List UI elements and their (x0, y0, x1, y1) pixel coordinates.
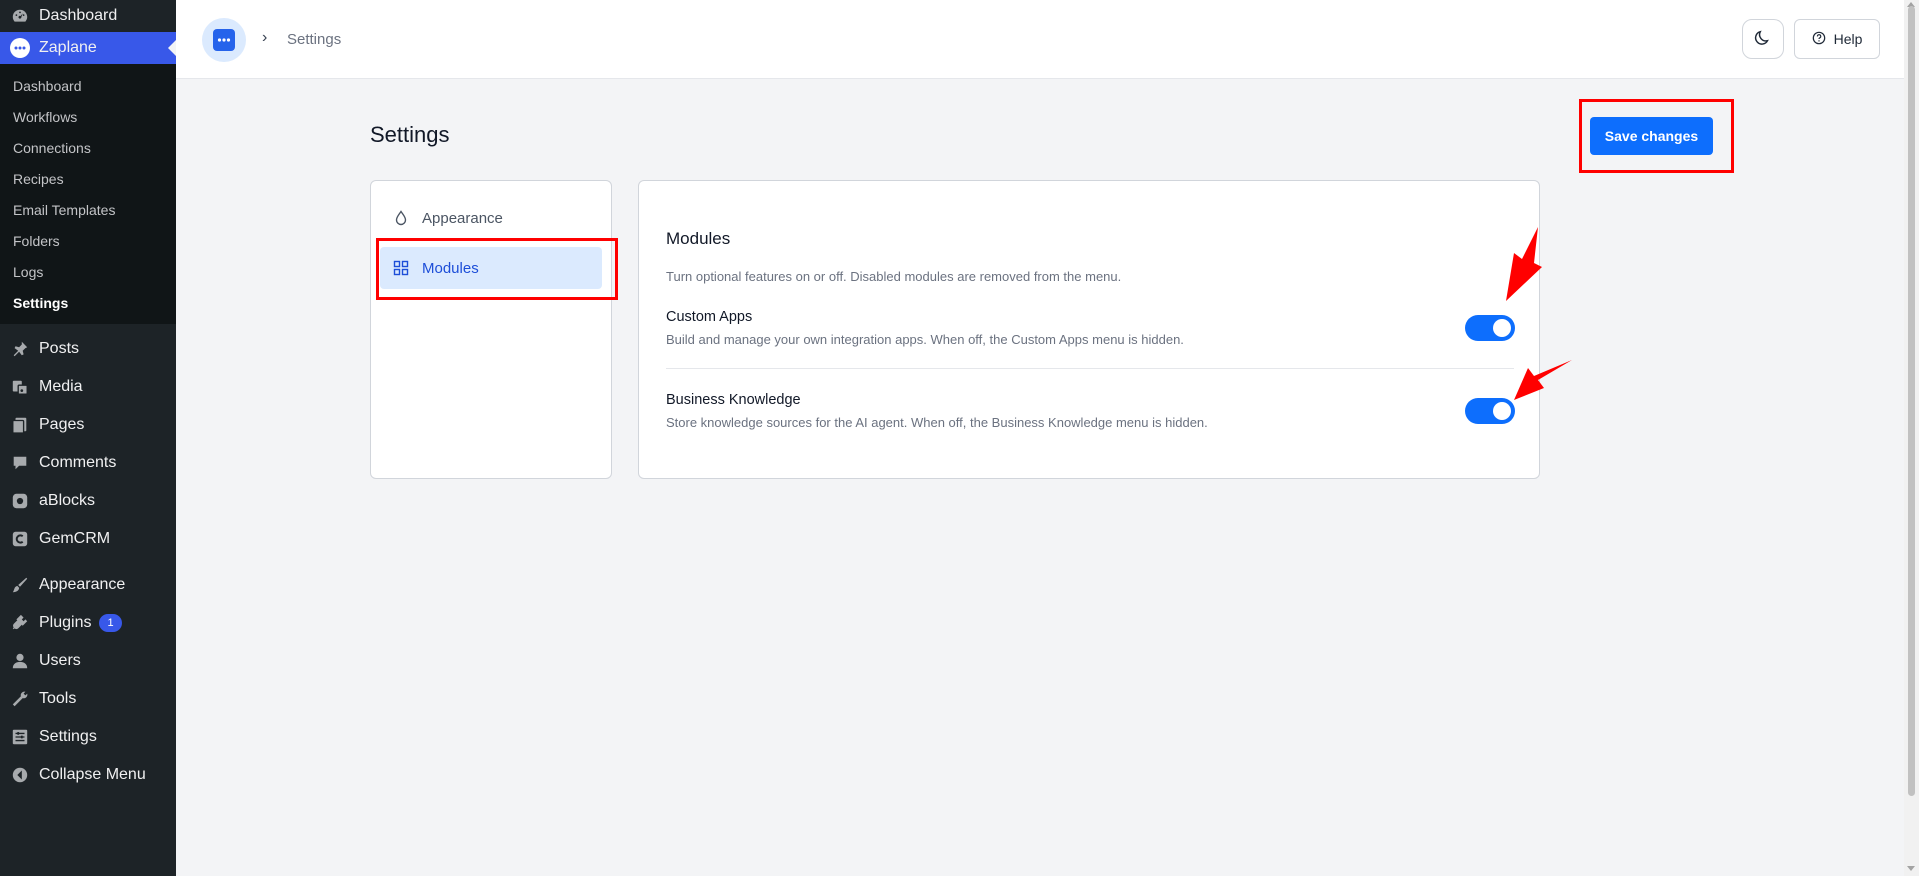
wp-menu-comments[interactable]: Comments (0, 444, 176, 482)
wp-menu-plugins[interactable]: Plugins 1 (0, 604, 176, 642)
wp-menu-ablocks[interactable]: aBlocks (0, 482, 176, 520)
wp-menu-zaplane[interactable]: Zaplane (0, 32, 176, 64)
module-row-business-knowledge: Business Knowledge Store knowledge sourc… (666, 392, 1514, 430)
media-icon (10, 377, 30, 397)
wp-menu-settings[interactable]: Settings (0, 718, 176, 756)
wrench-icon (10, 689, 30, 709)
scroll-thumb[interactable] (1908, 6, 1915, 796)
submenu-workflows[interactable]: Workflows (0, 101, 176, 132)
vertical-scrollbar[interactable] (1904, 0, 1919, 876)
droplet-icon (392, 209, 410, 227)
app-header: › Settings Help (176, 0, 1904, 79)
settings-sliders-icon (10, 727, 30, 747)
settings-nav-appearance[interactable]: Appearance (380, 197, 602, 239)
wp-menu-label: Settings (39, 728, 97, 745)
wp-menu-pages[interactable]: Pages (0, 406, 176, 444)
wp-menu-media[interactable]: Media (0, 368, 176, 406)
modules-panel: Modules Turn optional features on or off… (638, 180, 1540, 479)
app-logo[interactable] (202, 18, 246, 62)
wp-menu-label: Tools (39, 690, 77, 707)
update-count-badge: 1 (99, 614, 122, 632)
wp-menu-label: Collapse Menu (39, 766, 146, 783)
wp-menu-label: Media (39, 378, 83, 395)
custom-apps-toggle[interactable] (1465, 315, 1515, 341)
wp-menu-appearance[interactable]: Appearance (0, 566, 176, 604)
paintbrush-icon (10, 575, 30, 595)
wp-menu-label: Users (39, 652, 81, 669)
collapse-menu-button[interactable]: Collapse Menu (0, 756, 176, 794)
wp-menu-gemcrm[interactable]: GemCRM (0, 520, 176, 558)
wp-menu-dashboard[interactable]: Dashboard (0, 0, 176, 32)
zaplane-logo-icon (213, 29, 235, 51)
submenu-recipes[interactable]: Recipes (0, 163, 176, 194)
page-title: Settings (370, 122, 450, 147)
help-circle-icon (1812, 31, 1826, 48)
gemcrm-icon (10, 529, 30, 549)
wp-menu-label: GemCRM (39, 530, 111, 547)
submenu-connections[interactable]: Connections (0, 132, 176, 163)
module-title: Custom Apps (666, 309, 753, 325)
divider (666, 368, 1514, 369)
submenu-email-templates[interactable]: Email Templates (0, 194, 176, 225)
module-description: Store knowledge sources for the AI agent… (666, 415, 1208, 430)
wp-menu-label: Comments (39, 454, 117, 471)
wp-menu-label: Appearance (39, 576, 126, 593)
annotation-box-save (1579, 99, 1734, 173)
scroll-down-icon[interactable] (1907, 866, 1915, 871)
help-button[interactable]: Help (1794, 19, 1880, 59)
comment-icon (10, 453, 30, 473)
wp-menu-label: aBlocks (39, 492, 96, 509)
plug-icon (10, 613, 30, 633)
annotation-arrow-icon (1514, 360, 1572, 400)
zaplane-logo-icon (10, 38, 30, 58)
dashboard-icon (10, 6, 30, 26)
wp-menu-tools[interactable]: Tools (0, 680, 176, 718)
modules-heading: Modules (666, 229, 731, 248)
breadcrumb-current: Settings (287, 31, 342, 48)
module-title: Business Knowledge (666, 392, 801, 408)
annotation-box-modules (376, 238, 618, 300)
submenu-folders[interactable]: Folders (0, 225, 176, 256)
wp-menu-label: Pages (39, 416, 85, 433)
wp-menu-label: Zaplane (39, 39, 97, 56)
theme-toggle-button[interactable] (1742, 19, 1784, 59)
chevron-right-icon: › (262, 29, 268, 46)
wp-menu-label: Plugins (39, 614, 92, 631)
wp-menu-users[interactable]: Users (0, 642, 176, 680)
zaplane-submenu: Dashboard Workflows Connections Recipes … (0, 64, 176, 324)
submenu-dashboard[interactable]: Dashboard (0, 70, 176, 101)
settings-nav: Appearance Modules (370, 180, 612, 479)
wp-menu-label: Posts (39, 340, 80, 357)
wp-menu-label: Dashboard (39, 7, 118, 24)
help-label: Help (1833, 31, 1863, 47)
pages-icon (10, 415, 30, 435)
module-row-custom-apps: Custom Apps Build and manage your own in… (666, 309, 1514, 347)
collapse-arrow-icon (10, 765, 30, 785)
user-icon (10, 651, 30, 671)
moon-icon (1754, 29, 1772, 50)
ablocks-icon (10, 491, 30, 511)
submenu-logs[interactable]: Logs (0, 256, 176, 287)
nav-label: Appearance (422, 209, 503, 227)
submenu-settings[interactable]: Settings (0, 287, 176, 318)
pin-icon (10, 339, 30, 359)
wp-menu-posts[interactable]: Posts (0, 330, 176, 368)
module-description: Build and manage your own integration ap… (666, 332, 1184, 347)
business-knowledge-toggle[interactable] (1465, 398, 1515, 424)
modules-description: Turn optional features on or off. Disabl… (666, 269, 1122, 284)
annotation-arrow-icon (1506, 227, 1542, 301)
wp-admin-sidebar: Dashboard Zaplane Dashboard Workflows Co… (0, 0, 176, 876)
